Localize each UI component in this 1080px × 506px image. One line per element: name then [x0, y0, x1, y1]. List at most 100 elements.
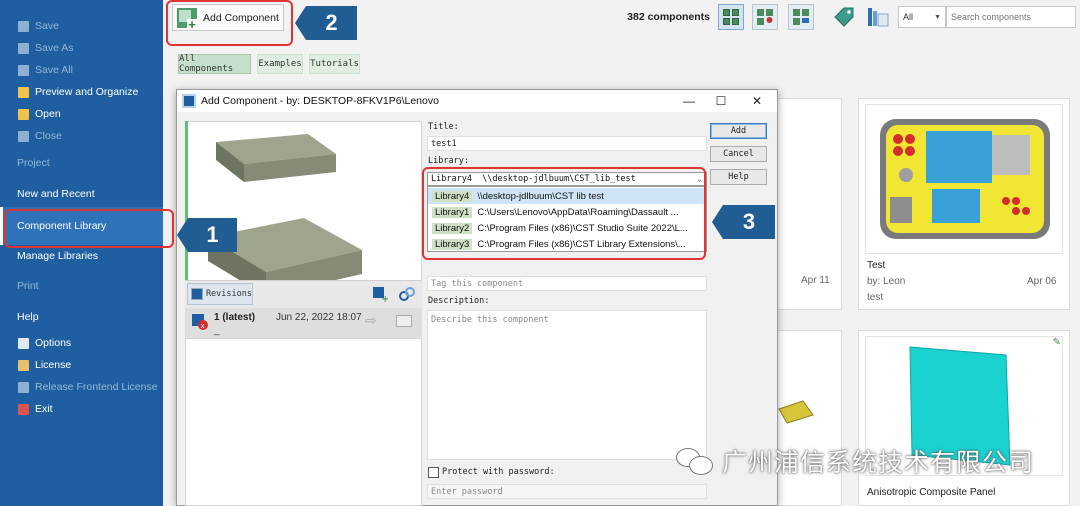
callout-arrow [712, 205, 723, 239]
user-grid-icon [757, 9, 773, 25]
menu-item-label: Close [35, 130, 62, 142]
svg-text:x: x [201, 322, 205, 330]
menu-item-label: Release Frontend License [35, 381, 158, 393]
help-button[interactable]: Help [710, 169, 767, 185]
menu-new-and-recent[interactable]: New and Recent [0, 184, 163, 204]
title-input[interactable]: test1 [427, 136, 707, 151]
callout-label: 3 [742, 209, 756, 234]
arrow-right-icon[interactable]: ⇨ [365, 312, 377, 329]
search-input[interactable] [946, 6, 1076, 28]
revision-number: 1 (latest) [214, 312, 256, 323]
menu-release-frontend-license[interactable]: Release Frontend License [0, 377, 163, 397]
menu-item-label: Preview and Organize [35, 86, 139, 98]
save-icon [18, 20, 29, 32]
dialog-title: Add Component - by: DESKTOP-8FKV1P6\Leno… [201, 95, 439, 107]
menu-project: Project [0, 153, 163, 173]
title-value: test1 [431, 138, 457, 149]
edit-icon[interactable]: ✎ [1053, 337, 1061, 348]
link-revision-icon[interactable] [398, 286, 416, 302]
tag-input[interactable]: Tag this component [427, 276, 707, 291]
backstage-menu: Save Save As Save All Preview and Organi… [0, 0, 163, 506]
computer-grid-icon [793, 9, 809, 25]
dialog-titlebar[interactable]: Add Component - by: DESKTOP-8FKV1P6\Leno… [177, 90, 777, 112]
watermark-text: 广州浦信系统技术有限公司 [722, 448, 1035, 477]
highlight-component-library [4, 209, 174, 248]
card-title: Test [867, 260, 886, 271]
add-revision-icon[interactable]: + [372, 286, 388, 302]
component-card-anisotropic[interactable]: ✎ Anisotropic Composite Panel [858, 330, 1070, 506]
menu-open[interactable]: Open [0, 104, 163, 124]
revisions-button[interactable]: Revisions [187, 283, 253, 305]
save-as-icon [18, 42, 29, 54]
callout-arrow [177, 218, 188, 252]
close-doc-icon [18, 130, 29, 142]
callout-arrow [295, 6, 306, 40]
library-label: Library: [428, 156, 469, 166]
exit-icon [18, 403, 29, 415]
menu-item-label: Help [17, 311, 39, 323]
menu-options[interactable]: Options [0, 333, 163, 353]
cancel-button[interactable]: Cancel [710, 146, 767, 162]
menu-item-label[interactable]: New and Recent [17, 188, 95, 200]
component-card-test[interactable]: Test by: Leon Apr 06 test [858, 98, 1070, 310]
card-date: Apr 06 [1027, 276, 1057, 287]
release-license-icon [18, 381, 29, 393]
menu-item-label: Print [17, 280, 39, 292]
tag-icon[interactable] [832, 5, 856, 29]
help-button-label: Help [728, 172, 749, 182]
revision-row[interactable]: x 1 (latest) Jun 22, 2022 18:07 _ ⇨ [185, 308, 422, 338]
menu-item-label: Save As [35, 42, 74, 54]
folder-icon[interactable] [396, 315, 412, 327]
grid-view-icon [723, 9, 739, 25]
filter-value: All [903, 12, 914, 22]
revision-date: Jun 22, 2022 18:07 [276, 312, 362, 323]
preview-organize-icon [18, 86, 29, 98]
filter-select[interactable]: All ▼ [898, 6, 946, 28]
highlight-library-dropdown [422, 167, 706, 260]
callout-label: 2 [325, 10, 338, 35]
component-card[interactable]: Apr 11 [772, 98, 842, 310]
menu-save-all[interactable]: Save All [0, 60, 163, 80]
save-all-icon [18, 64, 29, 76]
tab-all-components[interactable]: All Components [178, 54, 251, 74]
card-author: by: Leon [867, 276, 906, 287]
menu-item-label: Project [17, 157, 50, 169]
description-label: Description: [428, 296, 490, 306]
menu-manage-libraries[interactable]: Manage Libraries [0, 246, 163, 266]
menu-print[interactable]: Print [0, 276, 163, 296]
revision-note: _ [214, 325, 220, 336]
protect-password-label: Protect with password: [442, 467, 555, 477]
computer-view-button[interactable] [788, 4, 814, 30]
menu-close[interactable]: Close [0, 126, 163, 146]
add-button[interactable]: Add [710, 123, 767, 139]
revision-delete-icon[interactable]: x [191, 313, 209, 331]
component-count-text: 382 components [627, 11, 710, 23]
wechat-logo-icon [676, 446, 716, 476]
menu-preview-organize[interactable]: Preview and Organize [0, 82, 163, 102]
menu-exit[interactable]: Exit [0, 399, 163, 419]
menu-license[interactable]: License [0, 355, 163, 375]
close-icon[interactable]: ✕ [743, 90, 771, 112]
grid-view-button[interactable] [718, 4, 744, 30]
password-input[interactable]: Enter password [427, 484, 707, 499]
description-textarea[interactable]: Describe this component [427, 310, 707, 460]
menu-save[interactable]: Save [0, 16, 163, 36]
menu-item-label: License [35, 359, 72, 371]
menu-save-as[interactable]: Save As [0, 38, 163, 58]
revisions-toolbar: Revisions + [185, 280, 422, 308]
callout-number-2: 2 [306, 6, 357, 40]
menu-item-label: Save All [35, 64, 73, 76]
tag-placeholder: Tag this component [431, 278, 524, 289]
component-card[interactable] [772, 330, 842, 506]
card-title: Anisotropic Composite Panel [867, 487, 996, 498]
highlight-add-component [166, 0, 293, 46]
tab-examples[interactable]: Examples [257, 54, 303, 74]
menu-help[interactable]: Help [0, 307, 163, 327]
tab-tutorials[interactable]: Tutorials [309, 54, 360, 74]
maximize-icon[interactable]: ☐ [707, 90, 735, 112]
protect-password-checkbox[interactable] [428, 467, 439, 478]
minimize-icon[interactable]: — [675, 90, 703, 112]
user-view-button[interactable] [752, 4, 778, 30]
library-icon[interactable] [866, 5, 890, 29]
menu-item-label: Exit [35, 403, 53, 415]
